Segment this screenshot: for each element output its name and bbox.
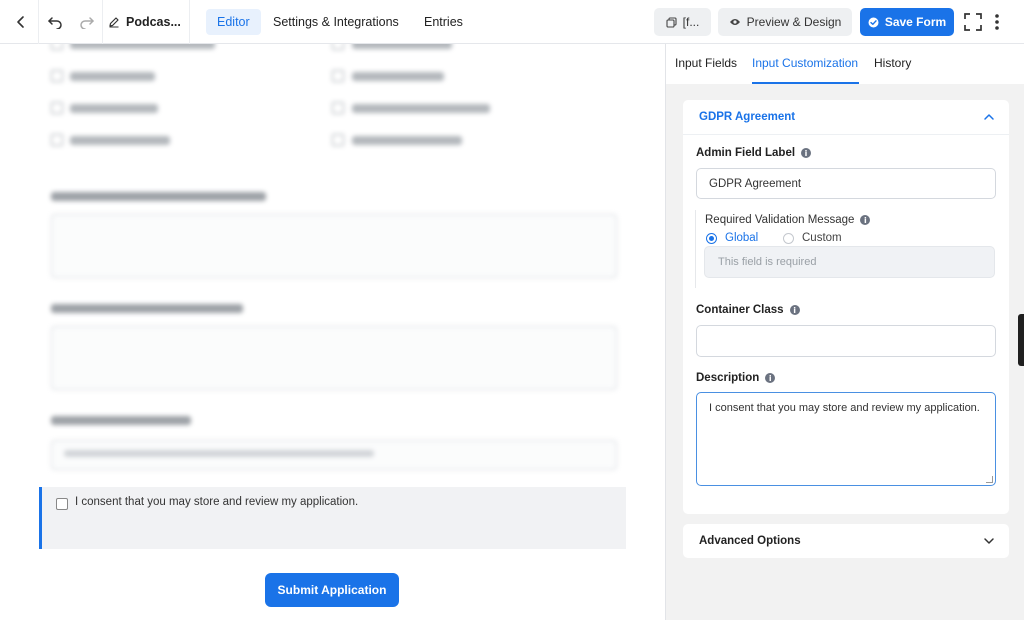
save-form-label: Save Form bbox=[884, 15, 947, 29]
tab-input-customization[interactable]: Input Customization bbox=[752, 56, 858, 70]
gdpr-agreement-header[interactable]: GDPR Agreement bbox=[683, 100, 1009, 135]
consent-text: I consent that you may store and review … bbox=[75, 496, 359, 508]
undo-button[interactable] bbox=[40, 0, 70, 44]
panel-tabs: Input Fields Input Customization History bbox=[666, 44, 1024, 84]
consent-checkbox[interactable] bbox=[56, 498, 68, 510]
submit-application-button[interactable]: Submit Application bbox=[265, 573, 399, 607]
info-icon[interactable]: i bbox=[860, 215, 871, 225]
chevron-up-icon[interactable] bbox=[983, 111, 995, 123]
tab-entries[interactable]: Entries bbox=[413, 9, 474, 35]
advanced-options-title: Advanced Options bbox=[699, 535, 801, 547]
info-icon[interactable]: i bbox=[801, 148, 812, 158]
radio-custom-label[interactable]: Custom bbox=[802, 232, 842, 244]
info-icon[interactable]: i bbox=[789, 305, 800, 315]
more-options-button[interactable] bbox=[988, 0, 1006, 44]
undo-icon bbox=[48, 17, 62, 29]
radio-global-label[interactable]: Global bbox=[725, 232, 758, 244]
admin-field-label-heading: Admin Field Label i bbox=[696, 147, 812, 159]
tab-history[interactable]: History bbox=[874, 56, 911, 70]
save-form-button[interactable]: Save Form bbox=[860, 8, 954, 36]
preview-design-button[interactable]: Preview & Design bbox=[718, 8, 852, 36]
panel-scrollbar-handle[interactable] bbox=[1018, 314, 1024, 366]
redo-icon bbox=[80, 17, 94, 29]
shortcode-button[interactable]: [f... bbox=[654, 8, 711, 36]
form-title-text: Podcas... bbox=[126, 15, 181, 29]
validation-message-text: Required Validation Message bbox=[705, 214, 855, 226]
tab-input-fields[interactable]: Input Fields bbox=[675, 56, 737, 70]
gdpr-consent-field[interactable]: I consent that you may store and review … bbox=[39, 487, 626, 549]
admin-field-label-text: Admin Field Label bbox=[696, 147, 796, 159]
active-tab-indicator bbox=[752, 82, 859, 84]
resize-handle[interactable] bbox=[986, 476, 993, 483]
check-circle-icon bbox=[868, 17, 879, 27]
pencil-icon bbox=[109, 17, 119, 28]
fullscreen-icon bbox=[964, 13, 982, 31]
copy-icon bbox=[666, 16, 677, 28]
advanced-options-card[interactable]: Advanced Options bbox=[683, 524, 1009, 558]
eye-icon bbox=[729, 19, 740, 25]
gdpr-agreement-card: GDPR Agreement Admin Field Label i GDPR … bbox=[683, 100, 1009, 514]
settings-panel: Input Fields Input Customization History… bbox=[665, 44, 1024, 620]
radio-global[interactable] bbox=[706, 233, 717, 244]
admin-field-label-input[interactable]: GDPR Agreement bbox=[696, 168, 996, 199]
description-value: I consent that you may store and review … bbox=[709, 402, 980, 414]
tab-editor[interactable]: Editor bbox=[206, 9, 261, 35]
form-title[interactable]: Podcas... bbox=[108, 0, 181, 44]
form-canvas: I consent that you may store and review … bbox=[0, 44, 665, 620]
radio-custom[interactable] bbox=[783, 233, 794, 244]
validation-message-block: Required Validation Message i Global Cus… bbox=[695, 210, 999, 288]
chevron-left-icon bbox=[17, 16, 24, 28]
section-title: GDPR Agreement bbox=[699, 111, 796, 123]
container-class-heading: Container Class i bbox=[696, 304, 800, 316]
redo-button[interactable] bbox=[72, 0, 102, 44]
chevron-down-icon[interactable] bbox=[983, 535, 995, 547]
description-heading: Description i bbox=[696, 372, 776, 384]
back-button[interactable] bbox=[6, 0, 36, 44]
fullscreen-button[interactable] bbox=[960, 0, 986, 44]
container-class-text: Container Class bbox=[696, 304, 784, 316]
top-bar: Podcas... Editor Settings & Integrations… bbox=[0, 0, 1024, 44]
preview-design-label: Preview & Design bbox=[746, 15, 842, 29]
tab-settings-integrations[interactable]: Settings & Integrations bbox=[262, 9, 410, 35]
description-textarea[interactable]: I consent that you may store and review … bbox=[696, 392, 996, 486]
blurred-form-fields bbox=[0, 44, 665, 474]
shortcode-label: [f... bbox=[682, 15, 700, 29]
container-class-input[interactable] bbox=[696, 325, 996, 357]
validation-message-heading: Required Validation Message i bbox=[705, 214, 871, 226]
info-icon[interactable]: i bbox=[765, 373, 776, 383]
description-text: Description bbox=[696, 372, 760, 384]
validation-message-input[interactable]: This field is required bbox=[704, 246, 995, 278]
more-vertical-icon bbox=[995, 14, 999, 30]
